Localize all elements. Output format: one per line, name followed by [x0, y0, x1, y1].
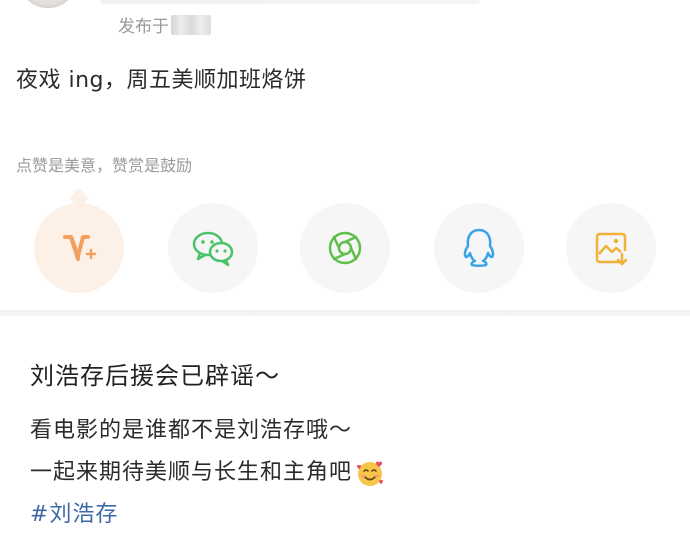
smiling-face-with-hearts-icon — [357, 461, 384, 486]
avatar[interactable] — [18, 0, 78, 8]
v-plus-icon — [63, 235, 97, 261]
wechat-icon — [192, 231, 234, 267]
card-line-1: 看电影的是谁都不是刘浩存哦～ — [30, 418, 353, 443]
qq-icon — [463, 228, 495, 267]
card-title: 刘浩存后援会已辟谣～ — [30, 362, 280, 390]
masked-location — [171, 14, 211, 35]
card-body: 看电影的是谁都不是刘浩存哦～ 一起来期待美顺与长生和主角吧 #刘浩存 — [30, 410, 386, 536]
share-qq-button[interactable] — [434, 203, 524, 293]
reward-button[interactable] — [34, 203, 124, 293]
share-moments-button[interactable] — [300, 203, 390, 293]
blurred-header-text — [100, 0, 480, 4]
like-hint: 点赞是美意，赞赏是鼓励 — [16, 156, 193, 175]
section-divider — [0, 310, 690, 316]
share-wechat-button[interactable] — [168, 203, 258, 293]
card-line-2: 一起来期待美顺与长生和主角吧 — [30, 452, 386, 494]
moments-icon — [328, 231, 362, 265]
post-text: 夜戏 ing，周五美顺加班烙饼 — [16, 68, 307, 93]
share-row — [0, 203, 690, 293]
hashtag-link[interactable]: #刘浩存 — [30, 494, 386, 536]
card-line-2-text: 一起来期待美顺与长生和主角吧 — [30, 460, 353, 485]
publish-location: 发布于 — [118, 12, 211, 37]
publish-prefix: 发布于 — [118, 17, 169, 37]
save-image-icon — [595, 232, 628, 266]
save-image-button[interactable] — [566, 203, 656, 293]
